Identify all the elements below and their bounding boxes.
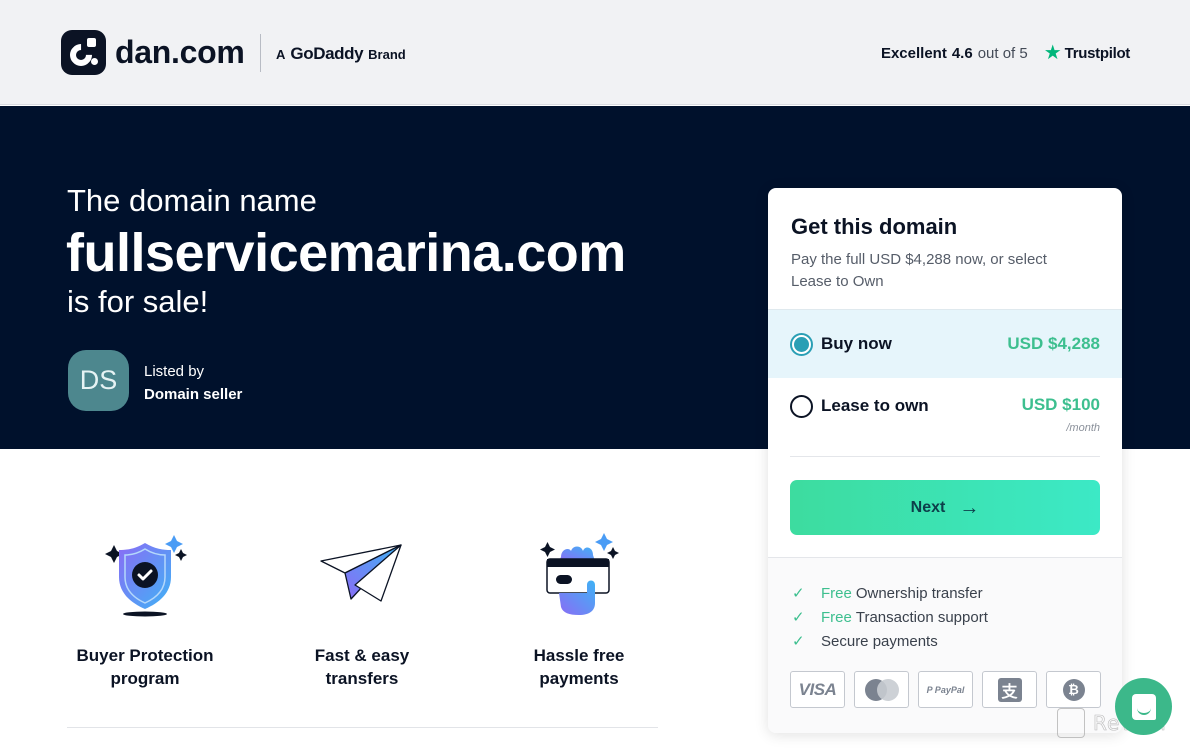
shield-check-icon [55, 530, 235, 620]
alipay-icon: 支 [982, 671, 1037, 708]
listed-by-label: Listed by [144, 363, 205, 380]
visa-icon: VISA [790, 671, 845, 708]
feature-label: Buyer Protection program [55, 644, 235, 690]
check-icon: ✓ [792, 609, 805, 626]
alipay-glyph: 支 [997, 677, 1022, 702]
chat-button[interactable] [1115, 678, 1172, 735]
dan-logo-icon [61, 30, 106, 75]
benefit-free: Free [821, 608, 852, 626]
paypal-icon: P PayPal [918, 671, 973, 708]
godaddy-name: GoDaddy [290, 44, 364, 63]
option-price: USD $100 [1021, 395, 1100, 414]
benefit-text: Transaction support [855, 608, 988, 626]
feature-label-line1: Fast & easy [314, 646, 410, 665]
next-button[interactable]: Next → [790, 480, 1100, 535]
benefit-text: Secure payments [821, 632, 938, 650]
trustpilot-label: Trustpilot [1064, 44, 1131, 62]
rating-word: Excellent [880, 44, 947, 62]
radio-lease-to-own[interactable] [790, 395, 813, 418]
check-icon: ✓ [792, 633, 805, 650]
feature-label-line2: program [110, 669, 180, 688]
dan-logo[interactable]: dan.com [61, 30, 245, 75]
card-subtitle: Pay the full USD $4,288 now, or select L… [791, 251, 1047, 290]
logo-text: dan.com [115, 34, 245, 70]
payment-methods: VISA P PayPal 支 ₿ [790, 671, 1101, 708]
benefit-item: ✓ Free Ownership transfer [792, 584, 983, 603]
benefit-text: Ownership transfer [855, 584, 983, 602]
paper-plane-icon [272, 530, 452, 620]
hero-for-sale: is for sale! [67, 284, 209, 319]
trustpilot-star-icon: ★ [1043, 42, 1062, 64]
domain-name: fullservicemarina.com [66, 223, 626, 283]
option-period: /month [1066, 422, 1100, 434]
benefit-item: ✓ Secure payments [792, 632, 938, 651]
option-label: Buy now [821, 334, 892, 353]
feature-label-line2: transfers [325, 669, 399, 688]
godaddy-prefix: A [276, 47, 286, 62]
check-icon: ✓ [792, 585, 805, 602]
arrow-right-icon: → [959, 496, 980, 519]
purchase-card: Get this domain Pay the full USD $4,288 … [768, 188, 1122, 733]
option-divider [790, 456, 1100, 457]
bitcoin-icon: ₿ [1046, 671, 1101, 708]
feature-buyer-protection: Buyer Protection program [55, 530, 235, 690]
next-label: Next [910, 498, 946, 516]
bitcoin-glyph: ₿ [1062, 678, 1085, 701]
option-label: Lease to own [821, 396, 929, 415]
feature-label-line1: Buyer Protection [76, 646, 214, 665]
godaddy-suffix: Brand [368, 47, 406, 62]
card-title: Get this domain [791, 214, 958, 239]
option-buy-now[interactable]: Buy now USD $4,288 [768, 309, 1122, 378]
revain-logo-icon [1057, 708, 1085, 738]
trustpilot-rating[interactable]: Excellent 4.6 out of 5 ★ Trustpilot [881, 43, 1130, 63]
feature-fast-transfers: Fast & easy transfers [272, 530, 452, 690]
section-divider [67, 727, 658, 728]
feature-hassle-free-payments: Hassle free payments [489, 530, 669, 690]
godaddy-brand: A GoDaddy Brand [276, 44, 406, 64]
mastercard-icon [854, 671, 909, 708]
radio-buy-now[interactable] [790, 332, 813, 356]
rating-value: 4.6 [951, 44, 973, 62]
hand-card-icon [489, 530, 669, 620]
feature-label-line2: payments [539, 669, 619, 688]
rating-scale: out of 5 [977, 44, 1028, 62]
feature-label-line1: Hassle free [533, 646, 625, 665]
seller-info: Listed by Domain seller [144, 360, 242, 406]
hero-intro: The domain name [67, 183, 317, 218]
chat-bubble-icon [1131, 693, 1156, 720]
seller-avatar: DS [68, 350, 129, 411]
feature-label: Fast & easy transfers [272, 644, 452, 690]
feature-label: Hassle free payments [489, 644, 669, 690]
option-lease-to-own[interactable]: Lease to own USD $100 /month [768, 378, 1122, 456]
site-header: dan.com A GoDaddy Brand Excellent 4.6 ou… [0, 0, 1190, 105]
benefit-item: ✓ Free Transaction support [792, 608, 988, 627]
logo-divider [260, 34, 261, 72]
option-price: USD $4,288 [1007, 334, 1100, 353]
benefit-free: Free [821, 584, 852, 602]
card-benefits: ✓ Free Ownership transfer ✓ Free Transac… [768, 557, 1122, 733]
seller-name: Domain seller [144, 386, 243, 403]
